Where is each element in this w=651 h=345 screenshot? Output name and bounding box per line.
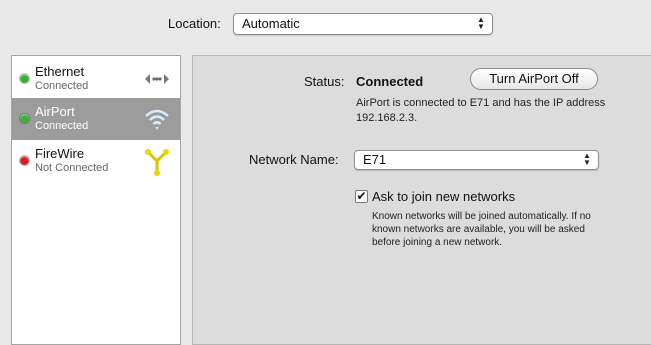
service-item-firewire[interactable]: FireWire Not Connected xyxy=(12,140,180,182)
service-item-airport[interactable]: AirPort Connected xyxy=(12,98,180,140)
ask-to-join-description: Known networks will be joined automatica… xyxy=(372,211,591,248)
location-label: Location: xyxy=(168,16,221,31)
ask-to-join-checkbox[interactable]: ✔ xyxy=(355,190,368,203)
service-status: Connected xyxy=(35,120,89,132)
wifi-icon xyxy=(145,109,169,130)
service-item-ethernet[interactable]: Ethernet Connected xyxy=(12,58,180,100)
service-name: Ethernet xyxy=(35,64,85,79)
service-status: Not Connected xyxy=(35,162,109,174)
service-list[interactable]: Ethernet Connected AirPort Connected Fir… xyxy=(11,55,181,345)
network-name-popup[interactable]: E71 ▲ ▼ xyxy=(354,150,599,170)
firewire-icon xyxy=(145,149,169,176)
network-name-value: E71 xyxy=(363,152,387,167)
service-name: AirPort xyxy=(35,104,75,119)
popup-arrows-icon: ▲ ▼ xyxy=(477,15,485,31)
location-value: Automatic xyxy=(242,16,300,31)
status-dot-icon xyxy=(20,74,29,83)
ask-to-join-label[interactable]: Ask to join new networks xyxy=(372,189,515,204)
status-dot-icon xyxy=(20,114,29,123)
status-description: AirPort is connected to E71 and has the … xyxy=(356,97,606,124)
location-popup[interactable]: Automatic ▲ ▼ xyxy=(233,13,493,35)
status-label: Status: xyxy=(304,74,345,89)
status-value: Connected xyxy=(356,74,424,89)
service-status: Connected xyxy=(35,80,89,92)
popup-arrows-icon: ▲ ▼ xyxy=(583,151,591,167)
network-name-label: Network Name: xyxy=(249,152,339,167)
ethernet-icon xyxy=(145,74,169,84)
turn-airport-off-button[interactable]: Turn AirPort Off xyxy=(470,68,598,90)
status-dot-icon xyxy=(20,156,29,165)
service-name: FireWire xyxy=(35,146,85,161)
